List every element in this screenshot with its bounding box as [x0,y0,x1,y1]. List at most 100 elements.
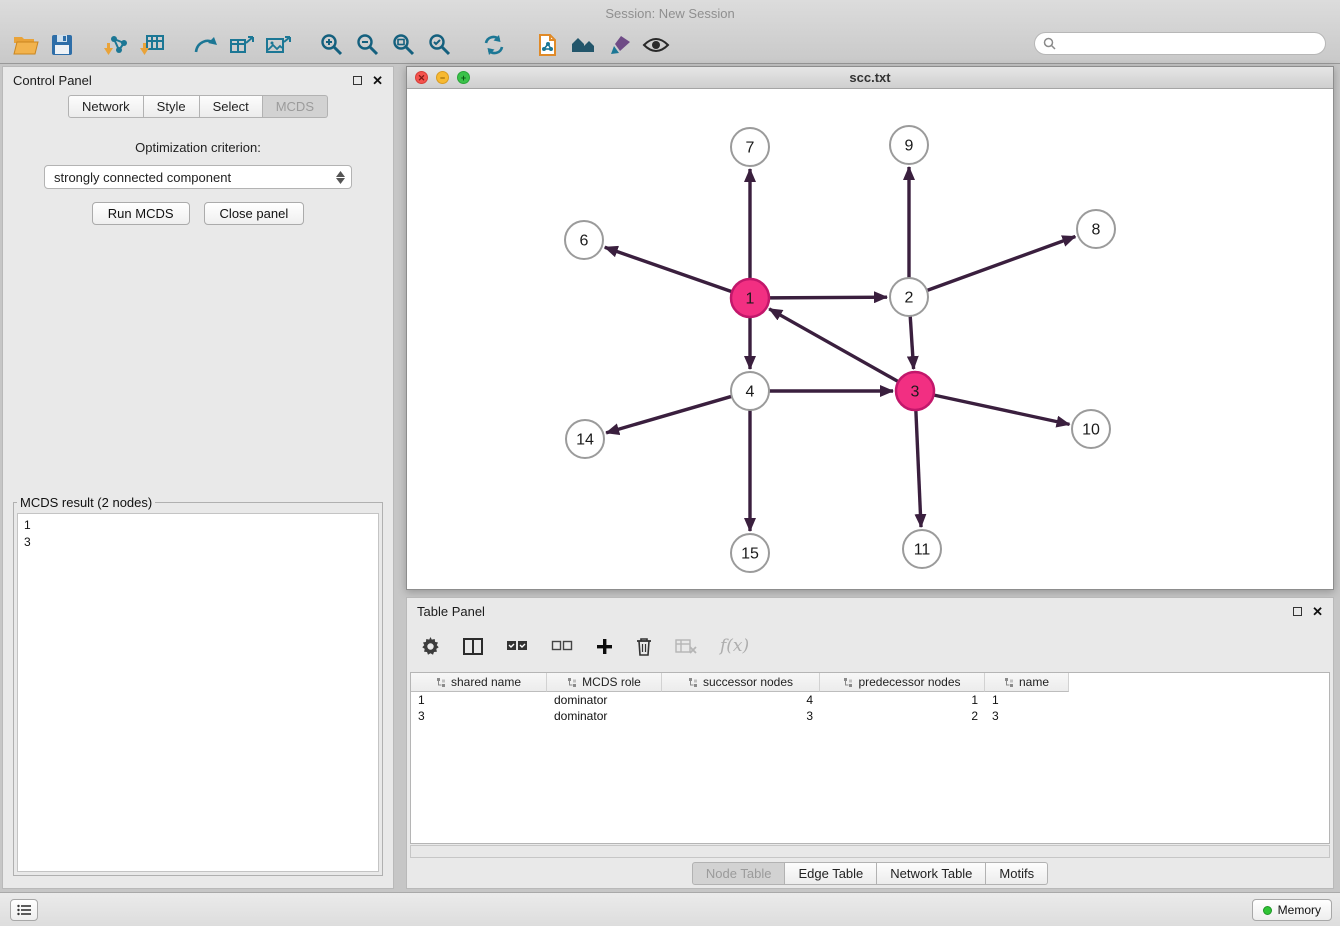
tab-edge-table[interactable]: Edge Table [785,862,877,885]
column-header-successor-nodes[interactable]: successor nodes [662,673,820,692]
tab-style[interactable]: Style [144,95,200,118]
delete-table-icon[interactable] [675,639,697,654]
control-panel-tabs: Network Style Select MCDS [3,95,393,118]
main-toolbar [8,27,1332,63]
zoom-window-icon[interactable]: + [457,71,470,84]
column-header-label: predecessor nodes [858,675,960,689]
edge-3-10[interactable] [934,395,1070,424]
run-mcds-button[interactable]: Run MCDS [92,202,190,225]
delete-column-icon[interactable] [636,637,652,656]
network-view-window: ✕ − + scc.txt 7968124314101511 [406,66,1334,590]
node-7[interactable]: 7 [731,128,769,166]
edge-2-3[interactable] [910,316,913,369]
zoom-fit-icon[interactable] [386,29,422,61]
first-neighbors-icon[interactable] [188,29,224,61]
node-3[interactable]: 3 [896,372,934,410]
float-table-panel-icon[interactable] [1293,607,1302,616]
export-table-icon[interactable] [224,29,260,61]
result-line: 1 [24,517,372,534]
node-label: 4 [746,384,755,401]
node-10[interactable]: 10 [1072,410,1110,448]
table-cell: 3 [985,708,1069,724]
task-history-button[interactable] [10,899,38,921]
criterion-dropdown[interactable]: strongly connected component [44,165,352,189]
table-row[interactable]: 1dominator411 [411,692,1329,708]
table-cell: dominator [547,692,662,708]
node-label: 3 [911,384,920,401]
table-header-row: shared name MCDS role successor nodes prede… [411,673,1329,692]
table-settings-gear-icon[interactable] [421,637,440,656]
close-table-panel-icon[interactable]: ✕ [1312,605,1323,618]
open-session-icon[interactable] [8,29,44,61]
table-cell: 4 [662,692,820,708]
edge-1-6[interactable] [605,247,732,291]
tab-network-table[interactable]: Network Table [877,862,986,885]
float-panel-icon[interactable] [353,76,362,85]
table-cell: 1 [411,692,547,708]
node-15[interactable]: 15 [731,534,769,572]
table-toolbar: f(x) [421,628,749,664]
node-14[interactable]: 14 [566,420,604,458]
network-from-document-icon[interactable] [530,29,566,61]
import-table-file-icon[interactable] [134,29,170,61]
minimize-window-icon[interactable]: − [436,71,449,84]
edge-3-1[interactable] [769,309,898,382]
edge-4-14[interactable] [606,396,732,433]
network-overview-icon[interactable] [566,29,602,61]
node-label: 1 [746,291,755,308]
zoom-out-icon[interactable] [350,29,386,61]
search-input[interactable] [1061,37,1317,51]
search-field[interactable] [1034,32,1326,55]
table-cell: 3 [662,708,820,724]
show-graphics-details-icon[interactable] [638,29,674,61]
column-header-MCDS-role[interactable]: MCDS role [547,673,662,692]
result-line: 3 [24,534,372,551]
column-header-shared-name[interactable]: shared name [411,673,547,692]
deselect-all-icon[interactable] [551,640,573,652]
node-11[interactable]: 11 [903,530,941,568]
node-2[interactable]: 2 [890,278,928,316]
node-8[interactable]: 8 [1077,210,1115,248]
tab-motifs[interactable]: Motifs [986,862,1048,885]
zoom-selected-icon[interactable] [422,29,458,61]
node-table: shared name MCDS role successor nodes prede… [410,672,1330,844]
dropdown-stepper-icon [332,169,348,185]
style-paint-icon[interactable] [602,29,638,61]
export-image-icon[interactable] [260,29,296,61]
column-header-predecessor-nodes[interactable]: predecessor nodes [820,673,985,692]
select-all-icon[interactable] [506,640,528,652]
table-horizontal-scrollbar[interactable] [410,845,1330,858]
node-1[interactable]: 1 [731,279,769,317]
mcds-result-box[interactable]: 1 3 [17,513,379,872]
table-cell: 2 [820,708,985,724]
table-row[interactable]: 3dominator323 [411,708,1329,724]
close-window-icon[interactable]: ✕ [415,71,428,84]
node-9[interactable]: 9 [890,126,928,164]
table-cell: 1 [820,692,985,708]
column-header-label: MCDS role [582,675,641,689]
task-list-icon [17,904,32,916]
close-panel-icon[interactable]: ✕ [372,74,383,87]
node-4[interactable]: 4 [731,372,769,410]
refresh-icon[interactable] [476,29,512,61]
edge-1-2[interactable] [769,297,887,298]
network-canvas[interactable]: 7 9 6 8 1 2 4 3 14 10 15 11 [407,89,1333,589]
add-column-icon[interactable] [596,638,613,655]
import-network-file-icon[interactable] [98,29,134,61]
edge-3-11[interactable] [916,410,921,527]
zoom-in-icon[interactable] [314,29,350,61]
node-6[interactable]: 6 [565,221,603,259]
function-builder-icon[interactable]: f(x) [720,636,749,656]
tab-node-table[interactable]: Node Table [692,862,786,885]
memory-button[interactable]: Memory [1252,899,1332,921]
column-header-name[interactable]: name [985,673,1069,692]
save-session-icon[interactable] [44,29,80,61]
memory-button-label: Memory [1278,903,1321,917]
show-columns-icon[interactable] [463,638,483,655]
close-panel-button[interactable]: Close panel [204,202,305,225]
tab-mcds[interactable]: MCDS [263,95,328,118]
edge-2-8[interactable] [927,237,1075,291]
tab-network[interactable]: Network [68,95,144,118]
tab-select[interactable]: Select [200,95,263,118]
table-panel: Table Panel ✕ f(x) shared nameMCDS rol [406,597,1334,889]
